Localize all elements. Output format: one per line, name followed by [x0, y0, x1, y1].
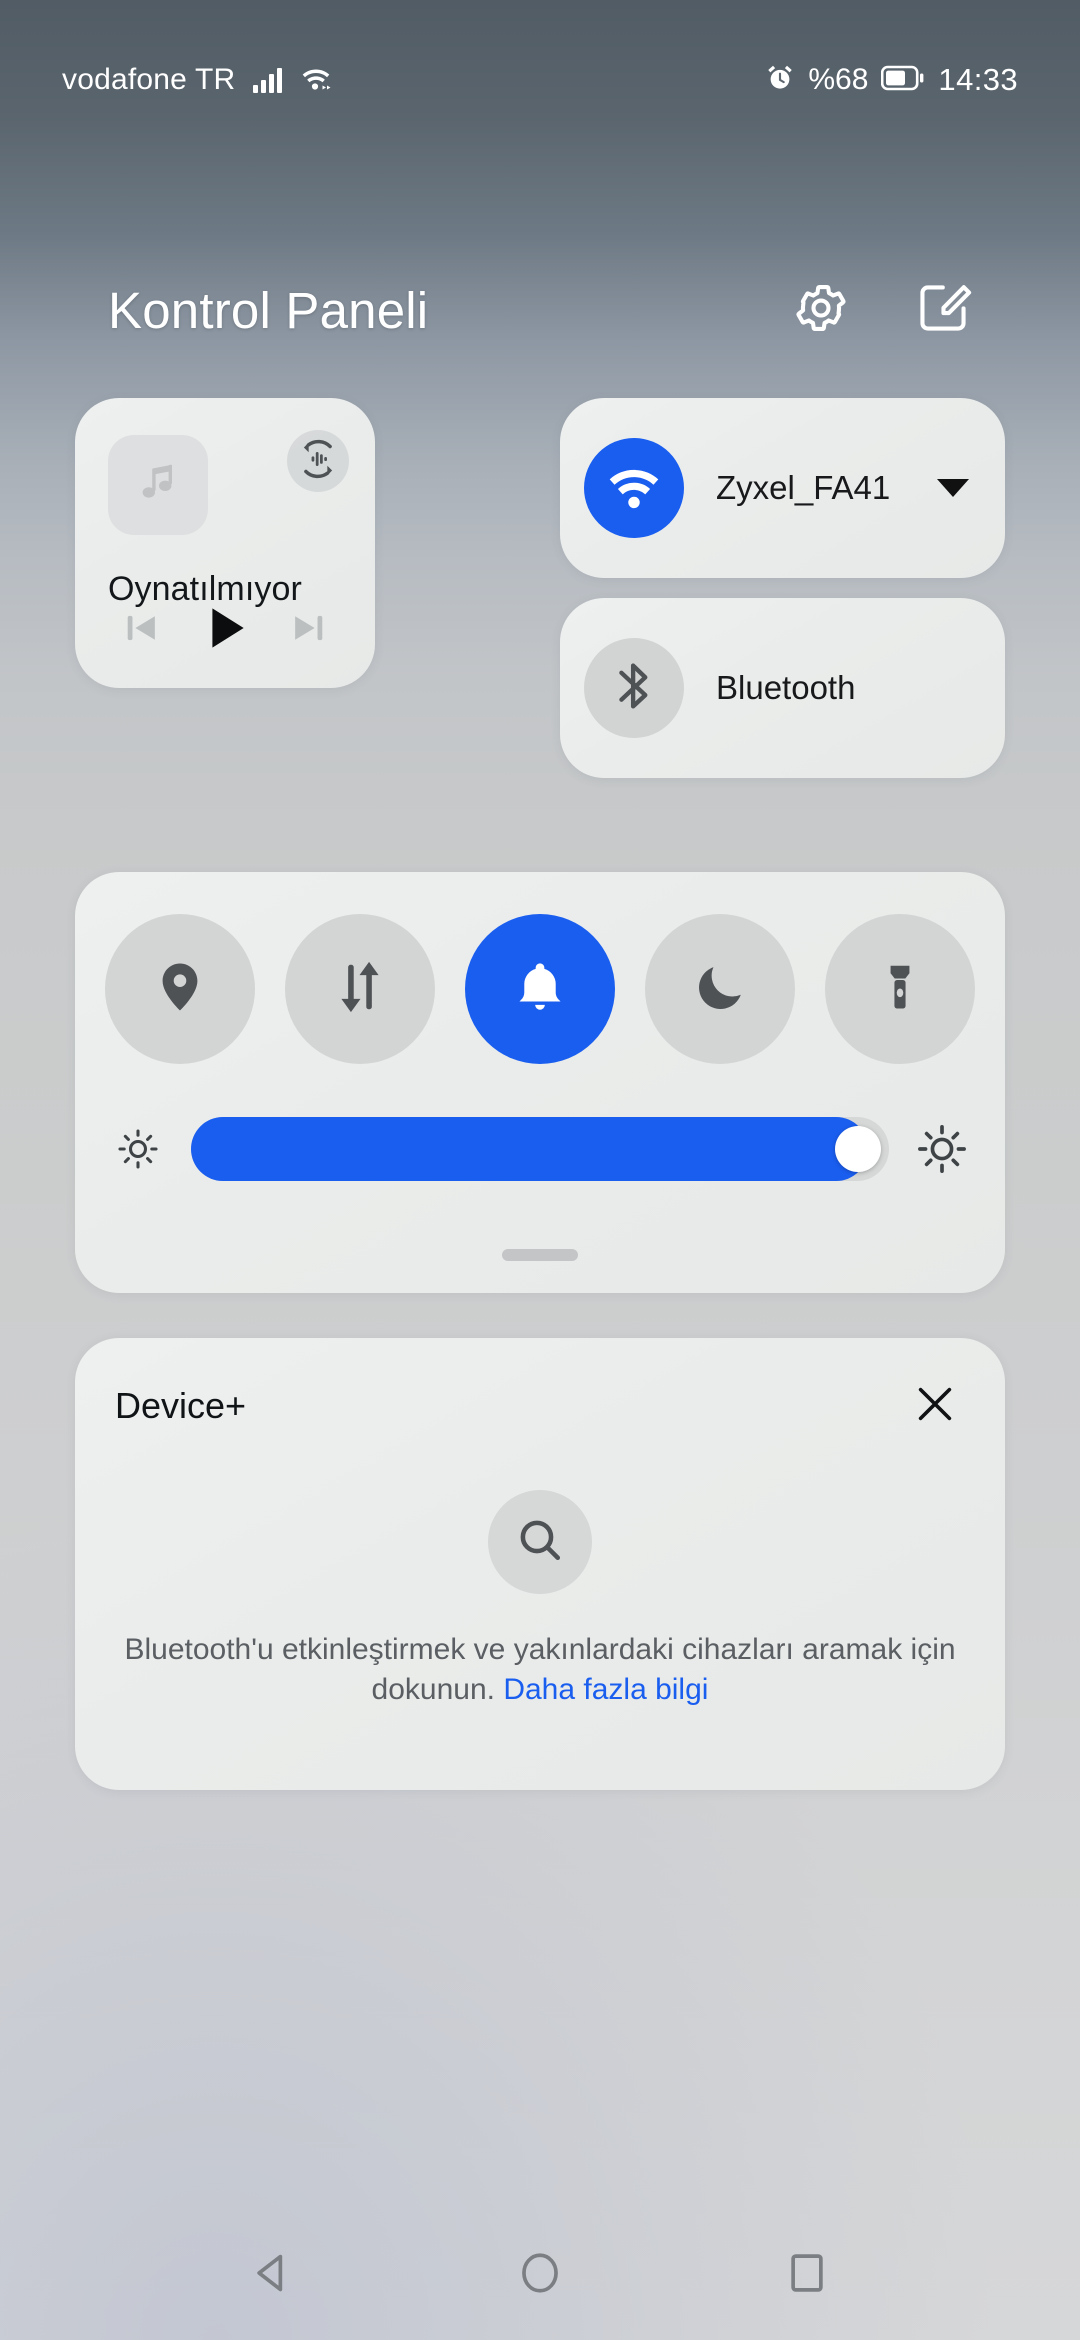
wifi-icon — [605, 461, 663, 516]
album-art — [108, 435, 208, 535]
mobile-data-toggle[interactable] — [285, 914, 435, 1064]
device-plus-header: Device+ — [115, 1374, 965, 1438]
navigation-bar — [0, 2210, 1080, 2340]
bluetooth-toggle-button[interactable] — [584, 638, 684, 738]
wifi-tile-row: Zyxel_FA41 — [560, 398, 1005, 578]
location-pin-icon — [151, 958, 209, 1021]
wifi-toggle-button[interactable] — [584, 438, 684, 538]
wifi-icon — [300, 64, 332, 97]
panel-header: Kontrol Paneli — [0, 255, 1080, 365]
media-player-card[interactable]: Oynatılmıyor — [75, 398, 375, 688]
bluetooth-tile[interactable]: Bluetooth — [560, 598, 1005, 778]
control-panel-screen: vodafone TR %68 14:33 Kontrol Paneli Oyn… — [0, 0, 1080, 2340]
gear-icon — [792, 279, 850, 342]
flashlight-icon — [871, 958, 929, 1021]
brightness-row — [75, 1104, 1005, 1194]
clock-label: 14:33 — [938, 62, 1018, 97]
home-button[interactable] — [495, 2230, 585, 2320]
device-plus-search-button[interactable] — [488, 1490, 592, 1594]
carrier-label: vodafone TR — [62, 63, 236, 96]
next-button[interactable] — [276, 598, 340, 662]
brightness-fill — [191, 1117, 869, 1181]
alarm-icon — [765, 63, 795, 98]
back-button[interactable] — [228, 2230, 318, 2320]
media-controls — [75, 598, 375, 662]
brightness-knob[interactable] — [835, 1126, 882, 1172]
quick-toggles-card — [75, 872, 1005, 1293]
chevron-down-icon[interactable] — [937, 479, 969, 497]
brightness-slider[interactable] — [191, 1117, 889, 1181]
battery-percent-label: %68 — [808, 63, 869, 96]
dark-mode-toggle[interactable] — [645, 914, 795, 1064]
bluetooth-icon — [608, 660, 660, 717]
device-plus-more-info-link[interactable]: Daha fazla bilgi — [503, 1673, 708, 1706]
audio-output-button[interactable] — [287, 430, 349, 492]
audio-output-switch-icon — [296, 437, 340, 486]
battery-icon — [881, 64, 925, 97]
data-transfer-icon — [331, 958, 389, 1021]
device-plus-card: Device+ Bluetooth'u etkinleştirmek ve ya… — [75, 1338, 1005, 1790]
close-icon — [911, 1380, 959, 1433]
status-bar: vodafone TR %68 14:33 — [0, 0, 1080, 160]
brightness-low-icon — [107, 1118, 169, 1180]
page-title: Kontrol Paneli — [108, 281, 429, 339]
quick-toggle-row — [75, 914, 1005, 1064]
skip-next-icon — [286, 606, 330, 655]
play-icon — [197, 600, 253, 661]
header-actions — [790, 279, 974, 341]
back-triangle-icon — [247, 2247, 299, 2304]
bluetooth-tile-row: Bluetooth — [560, 598, 1005, 778]
wifi-ssid-label: Zyxel_FA41 — [716, 469, 891, 507]
skip-previous-icon — [120, 606, 164, 655]
bluetooth-label: Bluetooth — [716, 669, 856, 707]
brightness-high-icon — [911, 1118, 973, 1180]
flashlight-toggle[interactable] — [825, 914, 975, 1064]
music-note-icon — [134, 459, 182, 512]
status-bar-left: vodafone TR — [62, 63, 332, 97]
settings-button[interactable] — [790, 279, 852, 341]
status-bar-right: %68 14:33 — [765, 62, 1018, 98]
ring-mode-toggle[interactable] — [465, 914, 615, 1064]
device-plus-close-button[interactable] — [905, 1376, 965, 1436]
card-grabber-handle[interactable] — [502, 1249, 578, 1261]
recents-square-icon — [781, 2247, 833, 2304]
location-toggle[interactable] — [105, 914, 255, 1064]
home-circle-icon — [514, 2247, 566, 2304]
device-plus-title: Device+ — [115, 1385, 247, 1426]
search-icon — [514, 1514, 566, 1571]
play-button[interactable] — [193, 598, 257, 662]
device-plus-description: Bluetooth'u etkinleştirmek ve yakınlarda… — [123, 1630, 957, 1710]
previous-button[interactable] — [110, 598, 174, 662]
moon-icon — [691, 958, 749, 1021]
edit-button[interactable] — [912, 279, 974, 341]
recents-button[interactable] — [762, 2230, 852, 2320]
bell-icon — [511, 958, 569, 1021]
edit-square-icon — [914, 279, 972, 342]
wifi-tile[interactable]: Zyxel_FA41 — [560, 398, 1005, 578]
signal-bars-icon — [253, 67, 283, 93]
